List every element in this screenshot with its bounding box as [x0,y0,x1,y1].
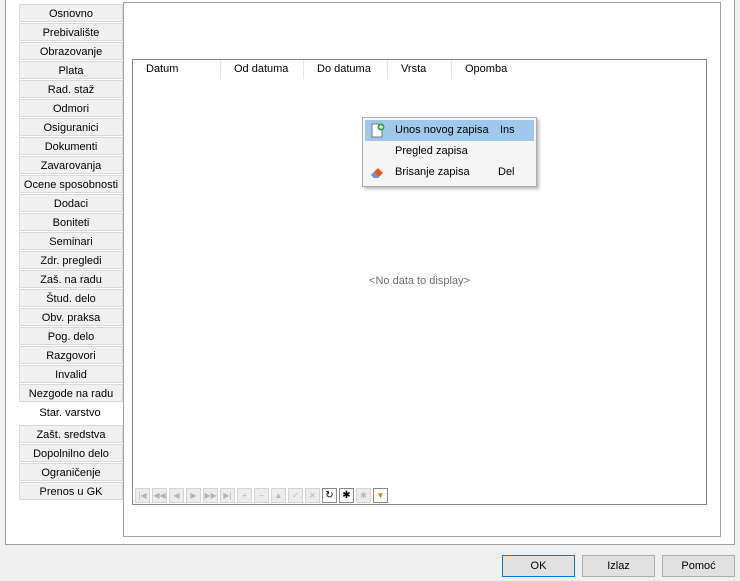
tab-boniteti[interactable]: Boniteti [19,213,123,231]
ok-button[interactable]: OK [502,555,575,577]
column-header-vrsta[interactable]: Vrsta [388,60,452,79]
nav-post-icon[interactable]: ✓ [288,488,303,503]
eraser-icon [371,168,383,178]
empty-grid-message: <No data to display> [369,275,470,287]
tab-prenos-u-gk[interactable]: Prenos u GK [19,482,123,500]
nav-cancel-icon[interactable]: ✕ [305,488,320,503]
tab-seminari[interactable]: Seminari [19,232,123,250]
tab-zdr-pregledi[interactable]: Zdr. pregledi [19,251,123,269]
nav-prev-icon[interactable]: ◀ [169,488,184,503]
exit-button[interactable]: Izlaz [582,555,655,577]
nav-edit-icon[interactable]: ▲ [271,488,286,503]
menu-item-label: Pregled zapisa [395,145,468,157]
nav-prev-page-icon[interactable]: ◀◀ [152,488,167,503]
menu-item-label: Unos novog zapisa [395,124,489,136]
menu-item-new-record[interactable]: Unos novog zapisa Ins [365,120,534,141]
grid-navigator: |◀ ◀◀ ◀ ▶ ▶▶ ▶| + − ▲ ✓ ✕ ↻ ✱ ✱ ▼ [135,488,388,504]
menu-item-delete-record[interactable]: Brisanje zapisa Del [365,162,534,183]
tab-odmori[interactable]: Odmori [19,99,123,117]
tab-stud-delo[interactable]: Štud. delo [19,289,123,307]
nav-goto-bookmark-icon[interactable]: ✱ [356,488,371,503]
nav-last-icon[interactable]: ▶| [220,488,235,503]
tab-osiguranici[interactable]: Osiguranici [19,118,123,136]
nav-next-page-icon[interactable]: ▶▶ [203,488,218,503]
menu-item-view-record[interactable]: Pregled zapisa [365,141,534,162]
nav-filter-icon[interactable]: ▼ [373,488,388,503]
tab-obv-praksa[interactable]: Obv. praksa [19,308,123,326]
nav-delete-icon[interactable]: − [254,488,269,503]
nav-bookmark-icon[interactable]: ✱ [339,488,354,503]
tab-star-varstvo[interactable]: Star. varstvo [17,403,123,424]
tab-dokumenti[interactable]: Dokumenti [19,137,123,155]
tab-zas-na-radu[interactable]: Zaš. na radu [19,270,123,288]
tab-ocene-sposobnosti[interactable]: Ocene sposobnosti [19,175,123,193]
column-header-do-datuma[interactable]: Do datuma [304,60,388,79]
menu-item-shortcut: Del [498,166,515,178]
grid-header: Datum Od datuma Do datuma Vrsta Opomba [133,60,706,79]
help-button[interactable]: Pomoć [662,555,735,577]
tab-zast-sredstva[interactable]: Zašt. sredstva [19,425,123,443]
column-header-datum[interactable]: Datum [133,60,221,79]
nav-refresh-icon[interactable]: ↻ [322,488,337,503]
add-record-icon [371,123,385,138]
nav-insert-icon[interactable]: + [237,488,252,503]
tab-pog-delo[interactable]: Pog. delo [19,327,123,345]
tab-zavarovanja[interactable]: Zavarovanja [19,156,123,174]
context-menu: Unos novog zapisa Ins Pregled zapisa Bri… [362,117,537,187]
tab-osnovno[interactable]: Osnovno [19,4,123,22]
column-header-opomba[interactable]: Opomba [452,60,708,79]
tab-plata[interactable]: Plata [19,61,123,79]
nav-first-icon[interactable]: |◀ [135,488,150,503]
tab-rad-staz[interactable]: Rad. staž [19,80,123,98]
tab-dopolnilno-delo[interactable]: Dopolnilno delo [19,444,123,462]
tab-prebivaliste[interactable]: Prebivalište [19,23,123,41]
menu-item-label: Brisanje zapisa [395,166,470,178]
tab-list: Osnovno Prebivalište Obrazovanje Plata R… [17,4,123,501]
menu-item-shortcut: Ins [500,124,515,136]
tab-nezgode-na-radu[interactable]: Nezgode na radu [19,384,123,402]
tab-obrazovanje[interactable]: Obrazovanje [19,42,123,60]
tab-razgovori[interactable]: Razgovori [19,346,123,364]
tab-dodaci[interactable]: Dodaci [19,194,123,212]
nav-next-icon[interactable]: ▶ [186,488,201,503]
column-header-od-datuma[interactable]: Od datuma [221,60,304,79]
tab-ogranicenje[interactable]: Ograničenje [19,463,123,481]
tab-invalid[interactable]: Invalid [19,365,123,383]
